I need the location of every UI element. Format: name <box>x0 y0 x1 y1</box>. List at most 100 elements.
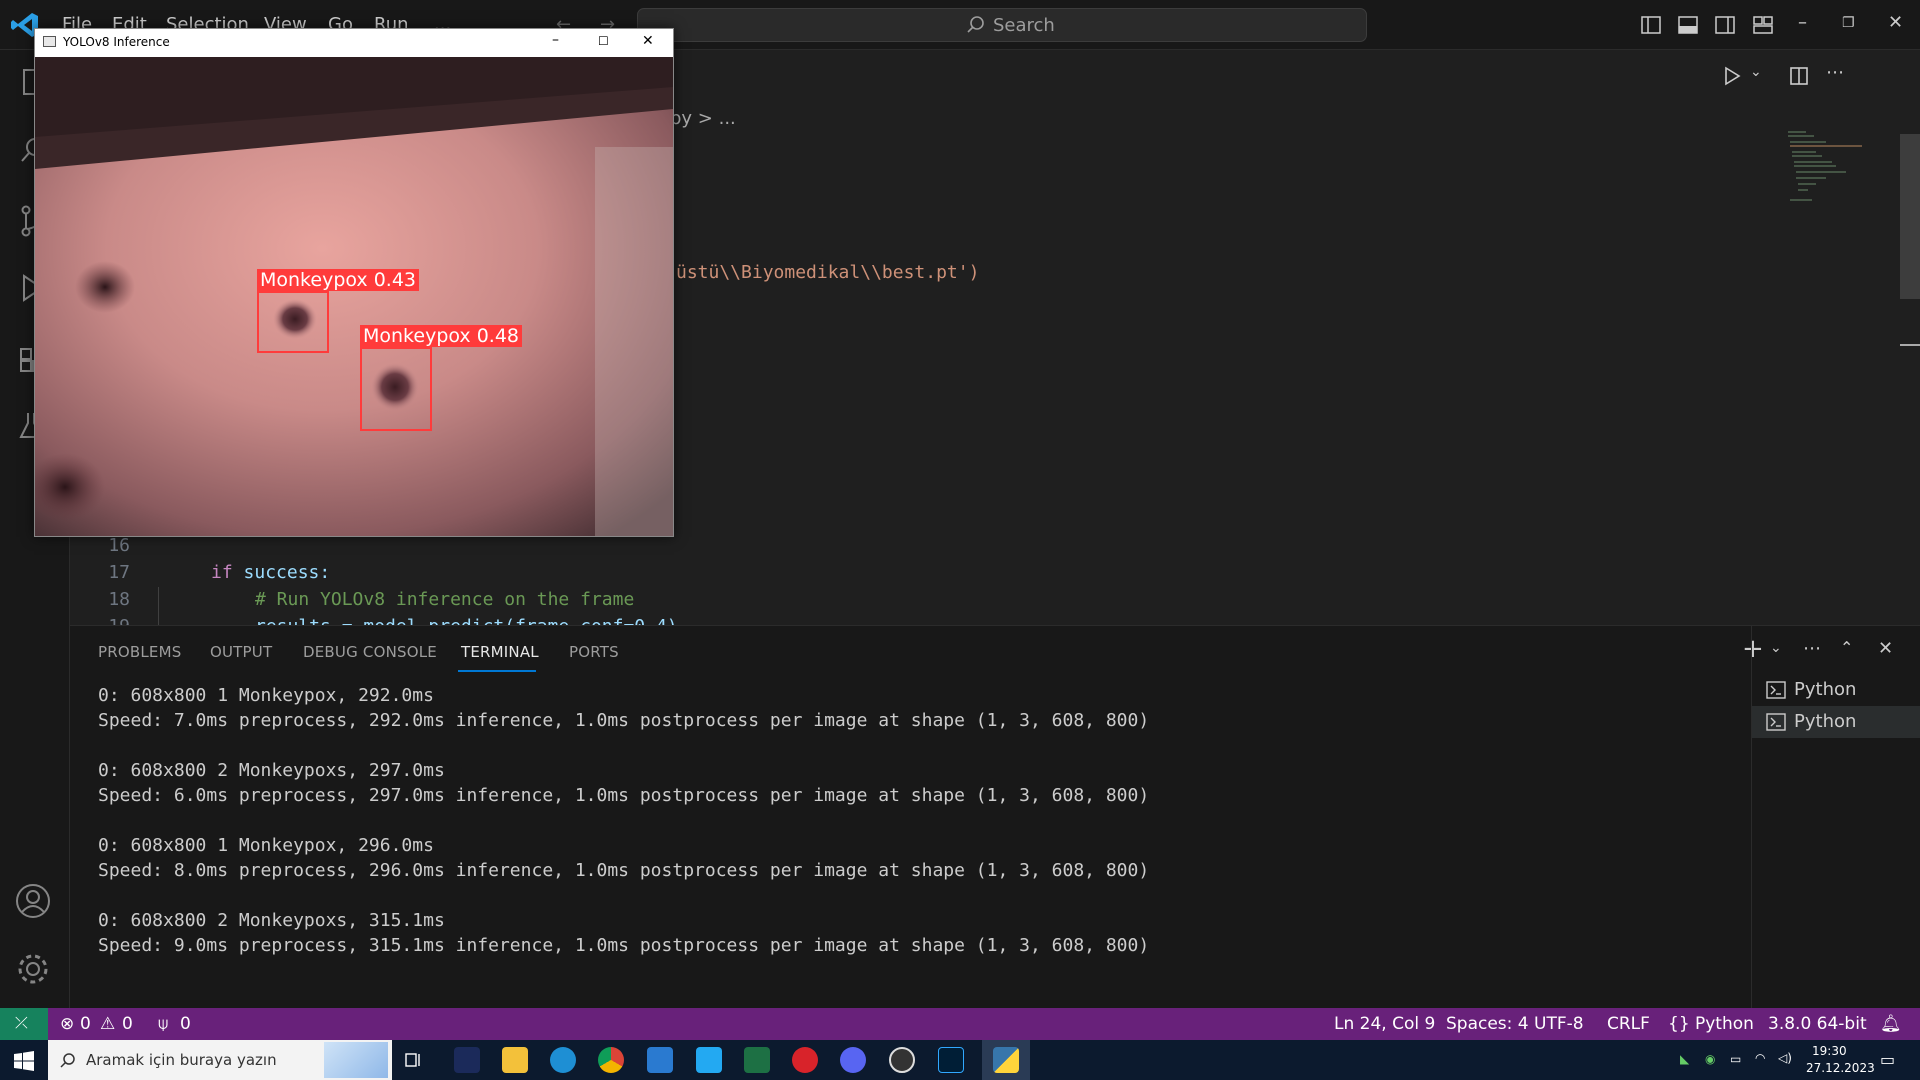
active-tab-indicator <box>458 670 536 672</box>
detection-label: Monkeypox 0.43 <box>257 269 420 291</box>
windows-start-icon[interactable] <box>14 1051 34 1071</box>
code-keyword: if <box>211 562 233 583</box>
edge-icon[interactable] <box>550 1047 576 1073</box>
run-python-file-icon[interactable] <box>1722 66 1742 86</box>
status-bar: ⤫ ⊗ 0 ⚠ 0 ⍦ 0 Ln 24, Col 9 Spaces: 4 UTF… <box>0 1008 1920 1040</box>
skin-image <box>35 57 673 536</box>
tab-debug-console[interactable]: DEBUG CONSOLE <box>303 643 437 661</box>
cursor-position[interactable]: Ln 24, Col 9 <box>1334 1014 1435 1034</box>
toggle-panel-icon[interactable] <box>1677 14 1699 36</box>
opera-icon[interactable] <box>792 1047 818 1073</box>
accounts-icon[interactable] <box>12 880 54 922</box>
notifications-icon[interactable]: ▭ <box>1880 1050 1895 1069</box>
braces-icon[interactable]: {} <box>1668 1014 1690 1034</box>
remote-icon: ⤫ <box>15 1013 28 1032</box>
command-center-search[interactable]: Search <box>637 8 1367 42</box>
terminal-line: 0: 608x800 1 Monkeypox, 296.0ms <box>98 835 434 856</box>
terminal-line: Speed: 8.0ms preprocess, 296.0ms inferen… <box>98 860 1150 881</box>
editor-toolbar: ⌄ ⋯ <box>1620 50 1920 100</box>
app-store-icon[interactable] <box>454 1047 480 1073</box>
detection-label: Monkeypox 0.48 <box>360 325 523 347</box>
yolo-inference-window[interactable]: YOLOv8 Inference – ☐ ✕ Monkeypox 0.43 Mo… <box>34 28 674 537</box>
error-count[interactable]: 0 <box>80 1014 91 1034</box>
shield-tray-icon[interactable]: ◉ <box>1705 1052 1715 1066</box>
taskbar-search[interactable]: Aramak için buraya yazın <box>48 1040 392 1080</box>
yolo-window-titlebar[interactable]: YOLOv8 Inference – ☐ ✕ <box>35 29 673 57</box>
terminal-icon <box>1766 681 1786 699</box>
bottom-panel: PROBLEMS OUTPUT DEBUG CONSOLE TERMINAL P… <box>70 625 1920 1009</box>
code-line-clipped: 19 results = model.predict(frame,conf=0.… <box>70 616 1920 625</box>
minimap[interactable] <box>1786 130 1876 210</box>
obs-icon[interactable] <box>889 1047 915 1073</box>
chrome-icon[interactable] <box>598 1047 624 1073</box>
wifi-icon[interactable]: ◠ <box>1755 1051 1765 1065</box>
editor-scrollbar[interactable] <box>1900 134 1920 299</box>
minimize-button[interactable]: – <box>552 32 559 48</box>
code-text: success: <box>232 562 331 583</box>
code-line: if success: <box>211 562 330 583</box>
remote-indicator[interactable]: ⤫ <box>0 1008 48 1040</box>
warning-icon[interactable]: ⚠ <box>100 1014 115 1034</box>
more-actions-icon[interactable]: ⋯ <box>1826 62 1844 83</box>
windows-taskbar: Aramak için buraya yazın ◣ ◉ ▭ ◠ ◁) 19:3… <box>0 1040 1920 1080</box>
code-comment: # Run YOLOv8 inference on the frame <box>255 589 635 610</box>
python-icon <box>993 1047 1019 1073</box>
close-window-button[interactable]: ✕ <box>1888 12 1903 33</box>
detection-box <box>360 347 432 431</box>
chevron-down-icon[interactable]: ⌄ <box>1750 64 1762 80</box>
nvidia-tray-icon[interactable]: ◣ <box>1680 1052 1689 1066</box>
terminal-line: 0: 608x800 1 Monkeypox, 292.0ms <box>98 685 434 706</box>
battery-icon[interactable]: ▭ <box>1730 1052 1741 1066</box>
indent-guide <box>158 587 159 625</box>
toggle-secondary-sidebar-icon[interactable] <box>1714 14 1736 36</box>
clock-time[interactable]: 19:30 <box>1812 1044 1847 1058</box>
restore-button[interactable]: ❐ <box>1842 15 1855 31</box>
close-window-button[interactable]: ✕ <box>642 33 654 49</box>
calendar-app-icon[interactable] <box>647 1047 673 1073</box>
detection-box <box>257 291 329 353</box>
terminal-icon <box>1766 713 1786 731</box>
bell-icon[interactable]: 🔔︎ <box>1880 1014 1902 1034</box>
encoding[interactable]: UTF-8 <box>1534 1014 1584 1034</box>
ports-count[interactable]: 0 <box>180 1014 191 1034</box>
error-icon[interactable]: ⊗ <box>60 1014 74 1034</box>
breadcrumb[interactable]: py > ... <box>670 108 736 129</box>
task-view-icon[interactable] <box>404 1050 424 1070</box>
tab-ports[interactable]: PORTS <box>569 643 619 661</box>
volume-icon[interactable]: ◁) <box>1778 1051 1792 1065</box>
python-window-taskbar-button[interactable] <box>982 1040 1030 1080</box>
file-explorer-icon[interactable] <box>502 1047 528 1073</box>
tab-output[interactable]: OUTPUT <box>210 643 272 661</box>
terminal-item[interactable]: Python <box>1752 674 1920 706</box>
warning-count[interactable]: 0 <box>122 1014 133 1034</box>
maximize-button[interactable]: ☐ <box>598 34 609 48</box>
terminal-item[interactable]: Python <box>1752 706 1920 738</box>
customize-layout-icon[interactable] <box>1752 14 1774 36</box>
ports-icon[interactable]: ⍦ <box>158 1014 168 1034</box>
excel-icon[interactable] <box>744 1047 770 1073</box>
language-mode[interactable]: Python <box>1695 1014 1754 1034</box>
search-icon <box>60 1053 75 1068</box>
python-interpreter[interactable]: 3.8.0 64-bit <box>1768 1014 1867 1034</box>
indentation[interactable]: Spaces: 4 <box>1446 1014 1529 1034</box>
tab-problems[interactable]: PROBLEMS <box>98 643 181 661</box>
gear-icon[interactable] <box>12 948 54 990</box>
clock-date[interactable]: 27.12.2023 <box>1806 1061 1875 1075</box>
minimize-button[interactable]: – <box>1798 12 1807 33</box>
tab-terminal[interactable]: TERMINAL <box>461 643 539 661</box>
vscode-taskbar-icon[interactable] <box>696 1047 722 1073</box>
photoshop-icon[interactable] <box>938 1047 964 1073</box>
terminal-line: Speed: 9.0ms preprocess, 315.1ms inferen… <box>98 935 1150 956</box>
line-number: 16 <box>108 535 130 556</box>
search-label: Search <box>993 15 1055 36</box>
toggle-primary-sidebar-icon[interactable] <box>1640 14 1662 36</box>
terminal-line: 0: 608x800 2 Monkeypoxs, 297.0ms <box>98 760 445 781</box>
yolo-window-title: YOLOv8 Inference <box>63 35 170 49</box>
split-editor-icon[interactable] <box>1789 66 1809 86</box>
end-of-line[interactable]: CRLF <box>1607 1014 1650 1034</box>
scrollbar-marker <box>1900 344 1920 346</box>
line-number: 17 <box>108 562 130 583</box>
search-highlight-image <box>324 1042 388 1078</box>
discord-icon[interactable] <box>840 1047 866 1073</box>
code-text: results = model.predict(frame,conf=0.4) <box>255 616 678 625</box>
